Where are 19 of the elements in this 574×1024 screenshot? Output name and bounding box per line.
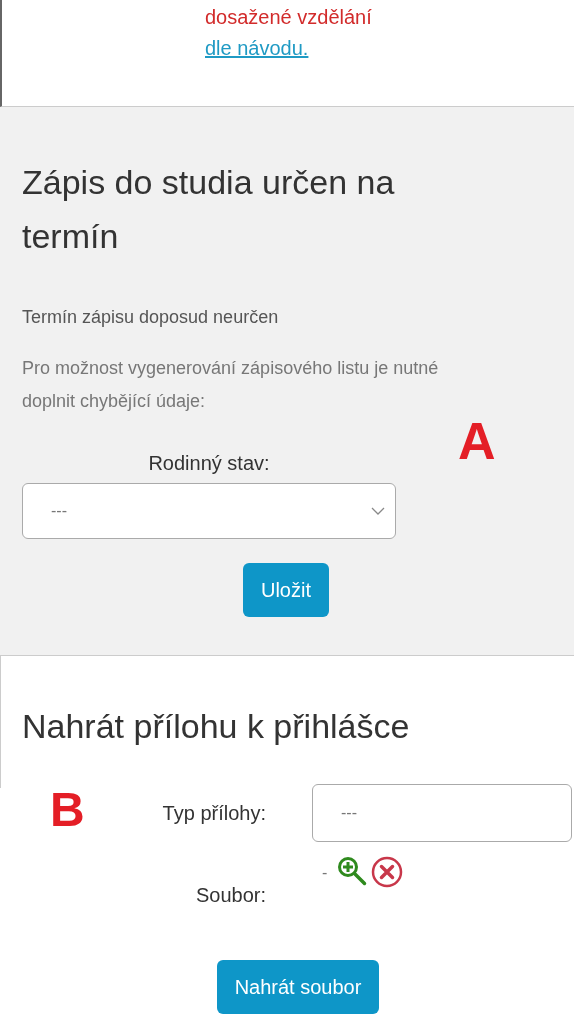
save-button[interactable]: Uložit <box>243 563 329 617</box>
notice-text: dosažené vzdělání dle návodu. <box>205 5 373 61</box>
field-label: Typ přílohy: <box>162 801 266 825</box>
field-label: Rodinný stav: <box>147 452 271 475</box>
annotation-letter: B <box>50 786 85 834</box>
guide-link[interactable]: dle návodu. <box>205 37 309 59</box>
field-label: Soubor: <box>195 884 266 907</box>
zoom-in-icon[interactable] <box>337 856 368 886</box>
marital-status-select[interactable]: --- <box>22 483 396 539</box>
upload-button[interactable]: Nahrát soubor <box>216 960 380 1014</box>
attachment-type-select[interactable]: --- <box>312 784 572 842</box>
annotation-letter: A <box>458 415 496 467</box>
status-text: Termín zápisu doposud neurčen <box>22 307 280 328</box>
delete-icon[interactable] <box>371 856 404 888</box>
section-title: Nahrát přílohu k přihlášce <box>22 706 411 747</box>
info-text: Pro možnost vygenerování zápisového listu je nutné doplnit chybějící údaje: <box>22 357 440 413</box>
section-title: Zápis do studia určen na termín <box>22 162 396 257</box>
chevron-down-icon <box>371 507 385 515</box>
file-name: - <box>322 864 328 882</box>
